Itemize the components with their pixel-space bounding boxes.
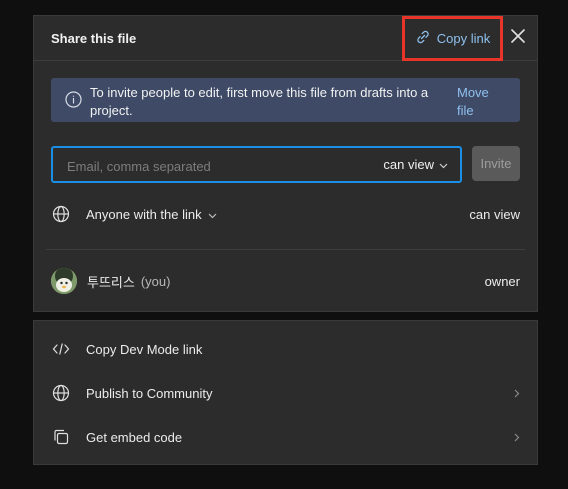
avatar	[51, 268, 77, 294]
invite-email-field[interactable]: can view	[51, 146, 462, 183]
globe-icon	[51, 204, 71, 224]
divider	[46, 249, 525, 250]
invite-permission-select[interactable]: can view	[383, 157, 448, 172]
close-button[interactable]	[507, 27, 529, 49]
more-options-panel: Copy Dev Mode link Publish to Community …	[33, 320, 538, 465]
publish-to-community-item[interactable]: Publish to Community	[51, 381, 520, 405]
member-row: 투뜨리스 (you) owner	[51, 268, 520, 294]
chevron-down-icon	[208, 207, 217, 222]
chevron-right-icon	[514, 389, 520, 398]
chevron-down-icon	[439, 157, 448, 172]
copy-icon	[51, 427, 71, 447]
code-icon	[51, 339, 71, 359]
copy-dev-mode-link-item[interactable]: Copy Dev Mode link	[51, 337, 520, 361]
dialog-header: Share this file Copy link	[34, 16, 537, 61]
share-dialog: Share this file Copy link To invite peop…	[33, 15, 538, 312]
get-embed-code-item[interactable]: Get embed code	[51, 425, 520, 449]
close-icon	[511, 28, 525, 48]
copy-link-label: Copy link	[436, 31, 491, 46]
link-access-row: Anyone with the link can view	[51, 202, 520, 226]
member-you-tag: (you)	[140, 273, 171, 289]
copy-link-button[interactable]: Copy link	[402, 16, 503, 61]
chevron-right-icon	[514, 433, 520, 442]
link-access-select[interactable]: Anyone with the link	[86, 207, 217, 222]
link-access-permission[interactable]: can view	[469, 207, 520, 222]
member-role: owner	[484, 273, 520, 289]
member-name-group: 투뜨리스 (you)	[87, 272, 170, 291]
menu-item-label: Publish to Community	[86, 385, 213, 401]
info-icon	[65, 91, 82, 113]
menu-item-label: Copy Dev Mode link	[86, 341, 203, 357]
member-name: 투뜨리스	[87, 274, 135, 290]
menu-item-label: Get embed code	[86, 429, 183, 445]
banner-message: To invite people to edit, first move thi…	[90, 85, 429, 118]
invite-button[interactable]: Invite	[472, 146, 520, 181]
info-banner: To invite people to edit, first move thi…	[51, 78, 520, 122]
link-access-label: Anyone with the link	[86, 206, 202, 222]
move-file-link[interactable]: Move file	[457, 84, 507, 120]
link-icon	[415, 29, 431, 48]
dialog-title: Share this file	[51, 31, 137, 46]
email-input[interactable]	[65, 155, 349, 177]
invite-permission-value: can view	[383, 157, 434, 172]
globe-icon	[51, 383, 71, 403]
